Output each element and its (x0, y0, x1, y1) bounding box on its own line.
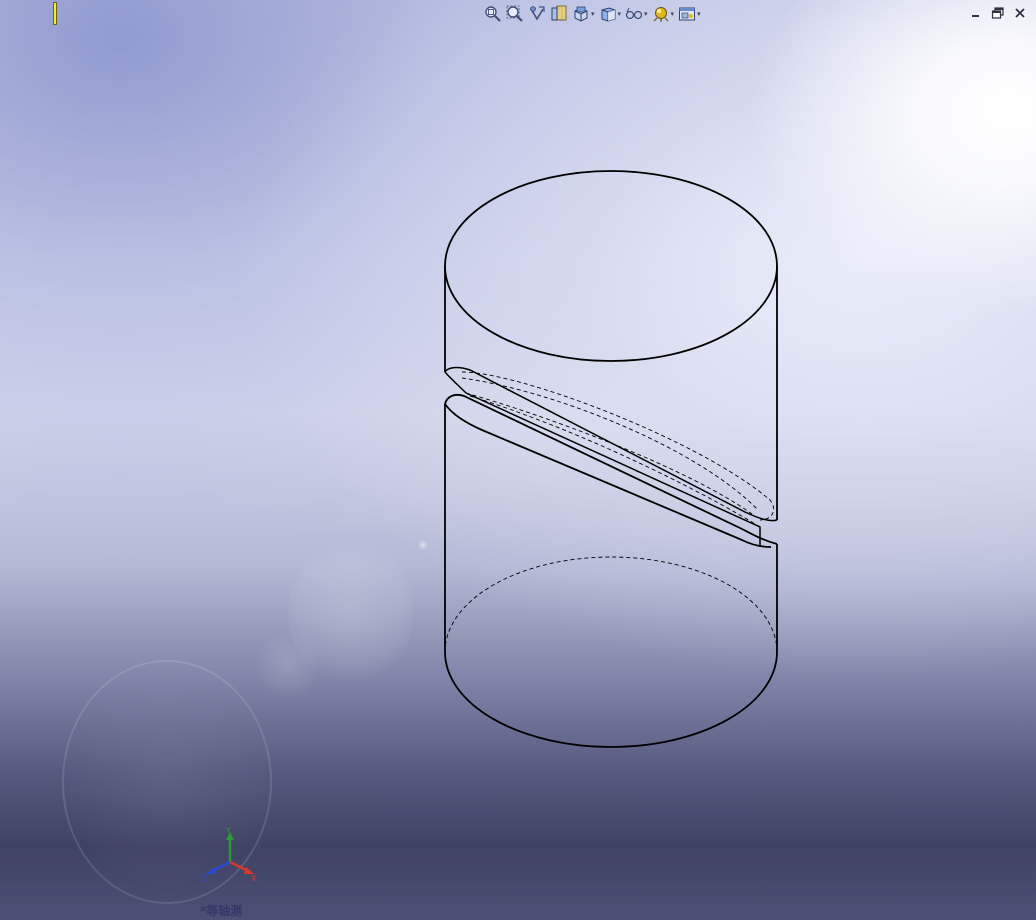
y-axis-label: Y (225, 826, 231, 835)
chevron-down-icon[interactable]: ▾ (591, 10, 595, 18)
view-orientation-label: *等轴测 (200, 904, 243, 918)
heads-up-view-toolbar: ▾ ▾ ▾ ▾ ▾ (483, 3, 702, 25)
view-orientation-button[interactable]: ▾ (571, 4, 596, 24)
hide-show-items-button[interactable]: ▾ (624, 4, 649, 24)
zoom-to-area-button[interactable] (505, 4, 525, 24)
zoom-to-fit-button[interactable] (483, 4, 503, 24)
chevron-down-icon[interactable]: ▾ (618, 10, 622, 18)
close-icon (1015, 8, 1025, 18)
z-axis-label: Z (202, 874, 208, 883)
view-settings-icon (679, 7, 696, 21)
chevron-down-icon[interactable]: ▾ (697, 10, 701, 18)
part-wireframe[interactable] (0, 0, 1036, 920)
minimize-button[interactable] (968, 5, 984, 21)
view-orientation-icon (574, 6, 588, 22)
minimize-icon (972, 15, 979, 17)
edit-appearance-icon (653, 7, 668, 22)
document-window-controls (968, 5, 1028, 21)
hidden-edge (465, 392, 753, 515)
hide-show-items-icon (625, 7, 643, 20)
chevron-down-icon[interactable]: ▾ (671, 10, 675, 18)
reference-triad[interactable]: Y X Z (200, 826, 260, 884)
chevron-down-icon[interactable]: ▾ (644, 10, 648, 18)
slot-lower-edge[interactable] (444, 393, 778, 545)
slot-lower-edge[interactable] (465, 392, 761, 547)
graphics-area[interactable]: ▾ ▾ ▾ ▾ ▾ Y X Z *等轴测 (0, 0, 1036, 920)
x-axis-label: X (251, 874, 257, 883)
display-style-icon (601, 7, 616, 22)
display-style-button[interactable]: ▾ (598, 4, 623, 24)
zoom-to-fit-icon (485, 6, 501, 22)
previous-view-icon (530, 6, 545, 21)
bottom-face-edge[interactable] (444, 651, 778, 748)
close-button[interactable] (1012, 5, 1028, 21)
restore-button[interactable] (990, 5, 1006, 21)
top-face-edge[interactable] (444, 170, 778, 362)
zoom-to-area-icon (506, 5, 523, 22)
section-view-button[interactable] (549, 4, 569, 24)
slot-upper-edge[interactable] (444, 371, 467, 394)
view-settings-button[interactable]: ▾ (677, 4, 702, 24)
hidden-edge (444, 556, 778, 653)
edit-appearance-button[interactable]: ▾ (651, 4, 676, 24)
previous-view-button[interactable] (527, 4, 547, 24)
slot-lower-edge[interactable] (444, 403, 772, 548)
restore-icon (991, 7, 1004, 19)
section-view-icon (551, 5, 567, 21)
